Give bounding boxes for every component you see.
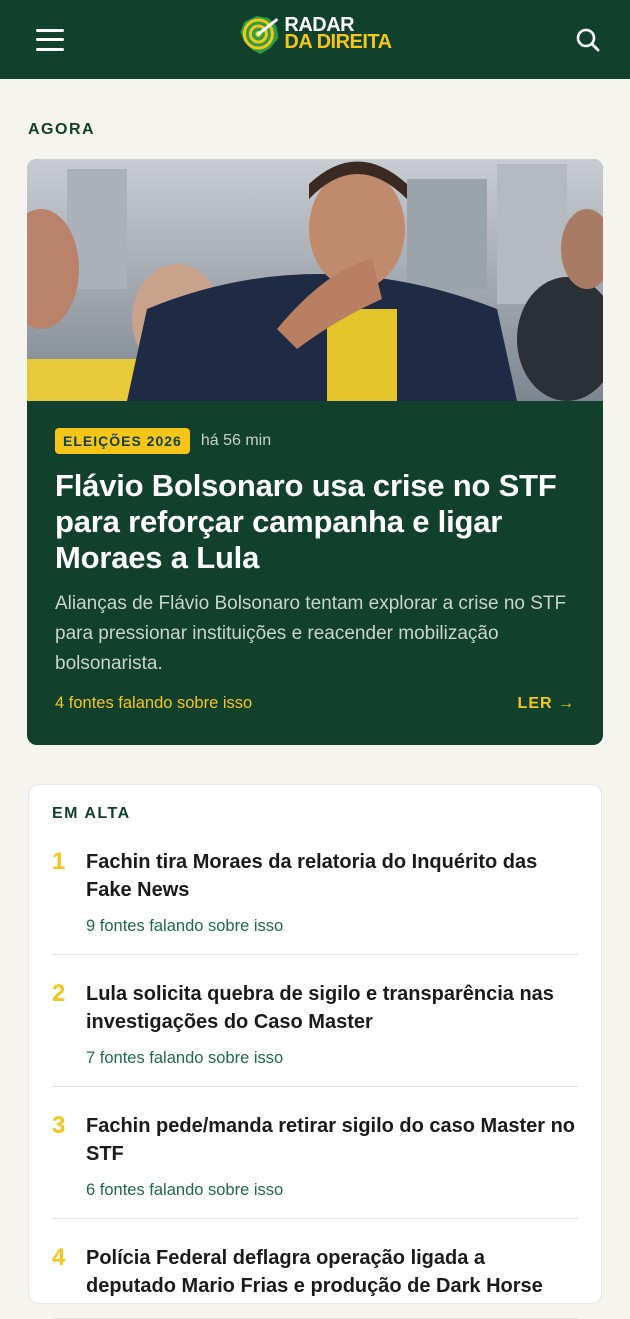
agora-section-label: AGORA	[28, 121, 96, 138]
trending-title[interactable]: Fachin tira Moraes da relatoria do Inqué…	[86, 848, 578, 904]
featured-story-card[interactable]: ELEIÇÕES 2026 há 56 min Flávio Bolsonaro…	[27, 159, 603, 745]
trending-rank: 1	[52, 848, 66, 875]
trending-title[interactable]: Polícia Federal deflagra operação ligada…	[86, 1244, 578, 1300]
trending-section-label: EM ALTA	[52, 805, 131, 822]
featured-story-title[interactable]: Flávio Bolsonaro usa crise no STF para r…	[55, 468, 575, 576]
timestamp: há 56 min	[200, 432, 272, 449]
read-button[interactable]: LER →	[518, 695, 575, 713]
trending-item[interactable]: 1 Fachin tira Moraes da relatoria do Inq…	[52, 823, 578, 955]
logo-wordmark: RADAR DA DIREITA	[284, 15, 392, 53]
radar-logo-icon	[240, 16, 279, 54]
trending-rank: 2	[52, 980, 66, 1007]
featured-story-image	[27, 159, 603, 401]
site-logo[interactable]: RADAR DA DIREITA	[238, 12, 392, 56]
trending-item[interactable]: 3 Fachin pede/manda retirar sigilo do ca…	[52, 1087, 578, 1219]
sources-count[interactable]: 4 fontes falando sobre isso	[55, 694, 252, 713]
trending-rank: 4	[52, 1244, 66, 1271]
trending-item[interactable]: 4 Polícia Federal deflagra operação liga…	[52, 1219, 578, 1319]
top-bar: RADAR DA DIREITA	[0, 0, 630, 79]
logo-line-2: DA DIREITA	[284, 31, 392, 53]
trending-rank: 3	[52, 1112, 66, 1139]
hamburger-menu-icon[interactable]	[36, 28, 64, 51]
featured-story-description: Alianças de Flávio Bolsonaro tentam expl…	[55, 593, 567, 674]
trending-sources[interactable]: 6 fontes falando sobre isso	[86, 1181, 578, 1200]
trending-title[interactable]: Fachin pede/manda retirar sigilo do caso…	[86, 1112, 578, 1168]
trending-sources[interactable]: 9 fontes falando sobre isso	[86, 917, 578, 936]
trending-panel: EM ALTA 1 Fachin tira Moraes da relatori…	[28, 784, 602, 1319]
search-icon[interactable]	[568, 20, 608, 60]
category-tag[interactable]: ELEIÇÕES 2026	[55, 428, 190, 454]
trending-item[interactable]: 2 Lula solicita quebra de sigilo e trans…	[52, 955, 578, 1087]
trending-title[interactable]: Lula solicita quebra de sigilo e transpa…	[86, 980, 578, 1036]
trending-sources[interactable]: 7 fontes falando sobre isso	[86, 1049, 578, 1068]
